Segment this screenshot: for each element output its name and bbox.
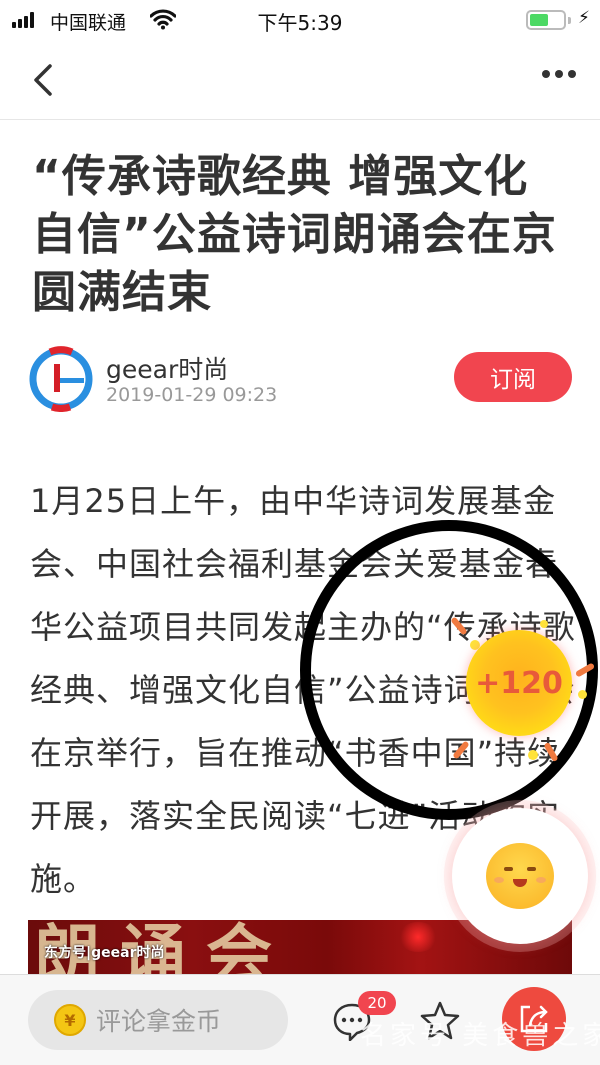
image-glow [398,922,438,952]
comment-input[interactable]: ¥ 评论拿金币 [28,990,288,1050]
more-dot [555,70,563,78]
battery-level [530,14,548,26]
more-button[interactable] [542,70,576,78]
share-icon [520,1005,548,1033]
sparkle-dot [528,750,538,760]
coin-reward-amount: +120 [475,665,563,701]
reading-reward-button[interactable] [452,808,588,944]
more-dot [568,70,576,78]
sparkle-dot [540,620,548,628]
battery-cap [568,17,571,24]
author-name[interactable]: geear时尚 [106,350,228,386]
more-dot [542,70,550,78]
smiley-mascot-icon [486,843,554,909]
bottom-bar: ¥ 评论拿金币 20 名家号 美食兽之家 [0,974,600,1065]
star-icon[interactable] [418,999,462,1043]
subscribe-button[interactable]: 订阅 [454,352,572,402]
battery-icon [526,10,566,30]
mascot-eye [527,867,536,871]
comment-placeholder: 评论拿金币 [96,1007,222,1036]
status-time: 下午5:39 [257,11,343,35]
comment-count-badge: 20 [358,991,396,1015]
back-button[interactable] [28,60,58,100]
article-title: “传承诗歌经典 增强文化自信”公益诗词朗诵会在京圆满结束 [32,151,557,318]
image-caption: 东方号|geear时尚 [44,945,165,961]
status-bar: 中国联通 下午5:39 ⚡ [0,0,600,40]
charging-bolt-icon: ⚡ [578,8,590,28]
coin-icon: ¥ [54,1004,86,1036]
mascot-cheek [494,877,504,883]
share-button[interactable] [502,987,566,1051]
publish-date: 2019-01-29 09:23 [106,384,278,406]
coin-reward-bubble[interactable]: +120 [466,630,572,736]
mascot-eye [504,867,513,871]
sparkle-dot [578,690,587,699]
author-row: geear时尚 2019-01-29 09:23 订阅 [28,346,572,414]
mascot-mouth [513,879,527,887]
author-avatar[interactable] [28,346,94,412]
mascot-cheek [536,877,546,883]
navbar [0,40,600,120]
